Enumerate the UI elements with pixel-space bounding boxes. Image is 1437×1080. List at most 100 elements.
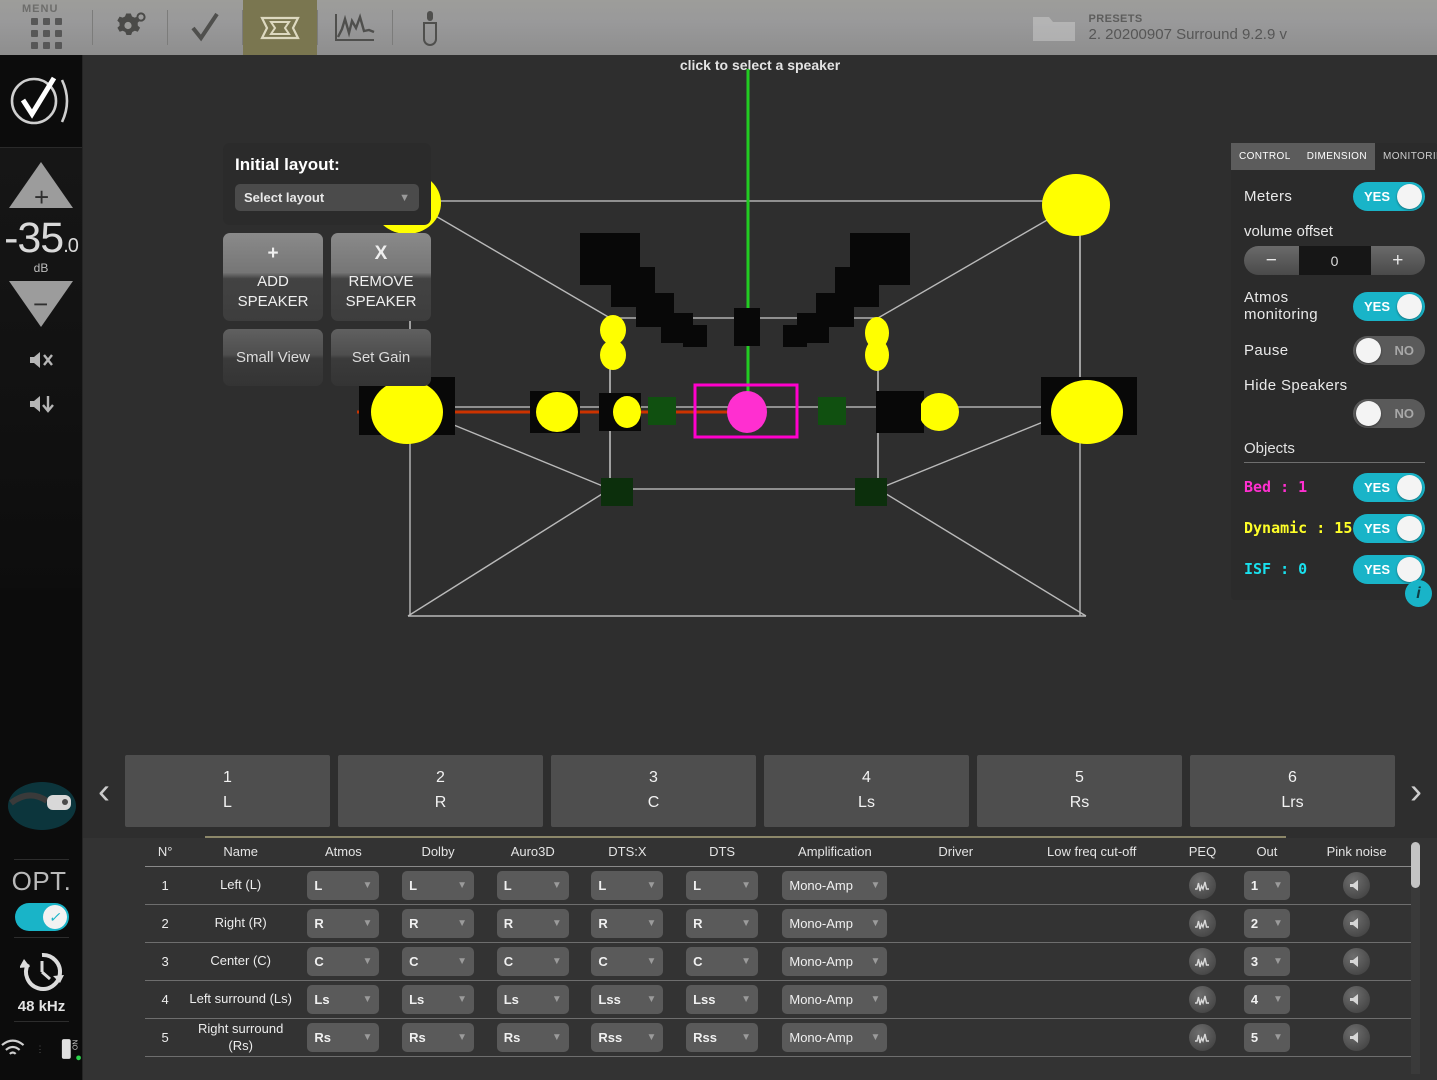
auro3d-dropdown[interactable]: C ▼ <box>496 947 569 976</box>
amplification-dropdown[interactable]: Mono-Amp ▼ <box>782 985 888 1014</box>
out-dropdown[interactable]: 1 ▼ <box>1243 871 1290 900</box>
dtsx-dropdown[interactable]: R ▼ <box>591 909 664 938</box>
table-row[interactable]: 2 Right (R) R ▼ R ▼ R ▼ R ▼ R ▼ Mono-Amp ▼ 2 ▼ <box>145 904 1412 943</box>
next-speaker-button[interactable]: › <box>1395 770 1437 812</box>
speaker-icon[interactable] <box>1343 986 1371 1013</box>
speaker-stage[interactable]: click to select a speaker Initial layout… <box>83 55 1437 727</box>
tab-mic[interactable] <box>393 0 467 55</box>
speaker-tab-5[interactable]: 5 Rs <box>977 755 1182 827</box>
atmos-dropdown[interactable]: L ▼ <box>307 871 380 900</box>
table-row[interactable]: 5 Right surround (Rs) Rs ▼ Rs ▼ Rs ▼ Rss ▼ Rss ▼ Mon… <box>145 1018 1412 1057</box>
auro3d-dropdown[interactable]: R ▼ <box>496 909 569 938</box>
peq-icon[interactable] <box>1188 986 1216 1013</box>
select-layout-dropdown[interactable]: Select layout ▼ <box>235 184 419 211</box>
amplification-dropdown[interactable]: Mono-Amp ▼ <box>782 909 888 938</box>
table-row[interactable]: 3 Center (C) C ▼ C ▼ C ▼ C ▼ C ▼ Mono-Amp ▼ 3 ▼ <box>145 942 1412 981</box>
tab-dimension[interactable]: DIMENSION <box>1298 143 1375 170</box>
cell-driver[interactable] <box>900 1018 1012 1057</box>
cell-driver[interactable] <box>900 980 1012 1019</box>
volume-offset-minus-button[interactable]: − <box>1244 246 1299 275</box>
dolby-dropdown[interactable]: R ▼ <box>402 909 475 938</box>
volume-down-button[interactable]: − <box>9 281 73 327</box>
dts-dropdown[interactable]: R ▼ <box>686 909 759 938</box>
tab-speaker-layout[interactable] <box>243 0 317 55</box>
speaker-tab-1[interactable]: 1 L <box>125 755 330 827</box>
peq-icon[interactable] <box>1188 948 1216 975</box>
dolby-dropdown[interactable]: C ▼ <box>402 947 475 976</box>
auro3d-dropdown[interactable]: Ls ▼ <box>496 985 569 1014</box>
atmos-dropdown[interactable]: Ls ▼ <box>307 985 380 1014</box>
out-dropdown[interactable]: 5 ▼ <box>1243 1023 1290 1052</box>
dtsx-dropdown[interactable]: L ▼ <box>591 871 664 900</box>
atmos-dropdown[interactable]: Rs ▼ <box>307 1023 380 1052</box>
peq-icon[interactable] <box>1188 872 1216 899</box>
dim-button[interactable] <box>28 393 54 415</box>
small-view-button[interactable]: Small View <box>223 329 323 386</box>
speaker-icon[interactable] <box>1343 910 1371 937</box>
speaker-icon[interactable] <box>1343 872 1371 899</box>
dolby-dropdown[interactable]: Rs ▼ <box>402 1023 475 1052</box>
set-gain-button[interactable]: Set Gain <box>331 329 431 386</box>
info-button[interactable]: i <box>1405 580 1432 607</box>
speaker-tab-4[interactable]: 4 Ls <box>764 755 969 827</box>
mute-button[interactable] <box>28 349 54 371</box>
cell-driver[interactable] <box>900 904 1012 943</box>
out-dropdown[interactable]: 3 ▼ <box>1243 947 1290 976</box>
volume-up-button[interactable]: + <box>9 162 73 210</box>
atmos-monitoring-toggle[interactable]: YES <box>1353 291 1425 321</box>
peq-icon[interactable] <box>1188 1024 1216 1051</box>
dolby-dropdown[interactable]: L ▼ <box>402 871 475 900</box>
menu-button[interactable]: MENU <box>0 0 92 55</box>
prev-speaker-button[interactable]: ‹ <box>83 770 125 812</box>
cell-low-freq-cutoff[interactable] <box>1011 980 1173 1019</box>
amplification-dropdown[interactable]: Mono-Amp ▼ <box>782 1023 888 1052</box>
cell-low-freq-cutoff[interactable] <box>1011 1018 1173 1057</box>
pause-toggle[interactable]: NO <box>1353 335 1425 365</box>
cell-low-freq-cutoff[interactable] <box>1011 904 1173 943</box>
amplification-dropdown[interactable]: Mono-Amp ▼ <box>782 871 888 900</box>
table-row[interactable]: 4 Left surround (Ls) Ls ▼ Ls ▼ Ls ▼ Lss ▼ Lss ▼ Mono… <box>145 980 1412 1019</box>
dts-dropdown[interactable]: Lss ▼ <box>686 985 759 1014</box>
object-toggle-dynamic[interactable]: YES <box>1353 513 1425 543</box>
dolby-dropdown[interactable]: Ls ▼ <box>402 985 475 1014</box>
peq-icon[interactable] <box>1188 910 1216 937</box>
dtsx-dropdown[interactable]: Rss ▼ <box>591 1023 664 1052</box>
tab-waveform[interactable] <box>318 0 392 55</box>
volume-offset-stepper[interactable]: − 0 + <box>1244 246 1425 275</box>
speaker-icon[interactable] <box>1343 948 1371 975</box>
table-scrollbar-thumb[interactable] <box>1411 842 1420 888</box>
cell-low-freq-cutoff[interactable] <box>1011 942 1173 981</box>
input-connector-indicator[interactable] <box>0 758 83 853</box>
object-toggle-bed[interactable]: YES <box>1353 472 1425 502</box>
dts-dropdown[interactable]: Rss ▼ <box>686 1023 759 1052</box>
grid-menu-icon[interactable] <box>30 18 62 49</box>
meters-toggle[interactable]: YES <box>1353 182 1425 211</box>
speaker-tab-6[interactable]: 6 Lrs <box>1190 755 1395 827</box>
cell-driver[interactable] <box>900 942 1012 981</box>
remove-speaker-button[interactable]: X REMOVE SPEAKER <box>331 233 431 321</box>
dts-dropdown[interactable]: L ▼ <box>686 871 759 900</box>
tab-check[interactable] <box>168 0 242 55</box>
cell-driver[interactable] <box>900 866 1012 905</box>
atmos-dropdown[interactable]: C ▼ <box>307 947 380 976</box>
speaker-tab-3[interactable]: 3 C <box>551 755 756 827</box>
out-dropdown[interactable]: 4 ▼ <box>1243 985 1290 1014</box>
auro3d-dropdown[interactable]: L ▼ <box>496 871 569 900</box>
dtsx-dropdown[interactable]: Lss ▼ <box>591 985 664 1014</box>
volume-offset-plus-button[interactable]: + <box>1371 246 1426 275</box>
dtsx-dropdown[interactable]: C ▼ <box>591 947 664 976</box>
tab-settings[interactable] <box>93 0 167 55</box>
out-dropdown[interactable]: 2 ▼ <box>1243 909 1290 938</box>
speaker-tab-2[interactable]: 2 R <box>338 755 543 827</box>
auro3d-dropdown[interactable]: Rs ▼ <box>496 1023 569 1052</box>
presets-button[interactable]: PRESETS 2. 20200907 Surround 9.2.9 v <box>1031 0 1437 55</box>
table-row[interactable]: 1 Left (L) L ▼ L ▼ L ▼ L ▼ L ▼ Mono-Amp ▼ 1 ▼ <box>145 866 1412 905</box>
add-speaker-button[interactable]: + ADD SPEAKER <box>223 233 323 321</box>
object-toggle-isf[interactable]: YES <box>1353 554 1425 584</box>
table-scrollbar[interactable] <box>1411 842 1420 1074</box>
app-logo[interactable] <box>0 55 82 148</box>
cell-low-freq-cutoff[interactable] <box>1011 866 1173 905</box>
tab-monitoring[interactable]: MONITORING <box>1375 143 1437 170</box>
hide-speakers-toggle[interactable]: NO <box>1353 398 1425 428</box>
source-toggle[interactable]: ✓ <box>14 903 69 931</box>
